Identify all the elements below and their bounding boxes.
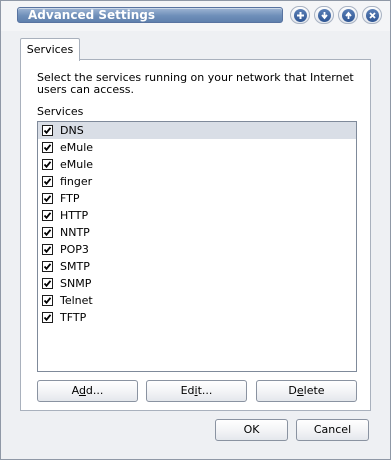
plus-icon (293, 8, 307, 22)
edit-label-after: t... (197, 384, 213, 397)
edit-button[interactable]: Edit... (146, 380, 247, 402)
tab-services-label: Services (26, 43, 74, 56)
service-label: eMule (60, 141, 94, 154)
services-listbox[interactable]: DNS eMule eMule finger FTP HTTP NNTP POP3 SMTP SN… (37, 121, 357, 372)
service-label: FTP (60, 192, 80, 205)
service-checkbox[interactable] (42, 244, 53, 255)
service-checkbox[interactable] (42, 210, 53, 221)
list-item[interactable]: FTP (38, 190, 356, 207)
move-down-button[interactable] (314, 6, 334, 24)
window-title: Advanced Settings (28, 8, 156, 22)
service-checkbox[interactable] (42, 125, 53, 136)
service-label: SNMP (60, 277, 92, 290)
service-label: HTTP (60, 209, 89, 222)
delete-mnemonic: e (296, 384, 304, 397)
list-item[interactable]: TFTP (38, 309, 356, 326)
service-checkbox[interactable] (42, 278, 53, 289)
service-label: POP3 (60, 243, 89, 256)
add-button[interactable]: Add... (37, 380, 138, 402)
move-up-button[interactable] (338, 6, 358, 24)
close-button[interactable] (362, 6, 382, 24)
ok-button[interactable]: OK (215, 419, 288, 441)
services-panel: Select the services running on your netw… (20, 59, 371, 411)
services-list-label: Services (37, 105, 84, 118)
delete-label-after: lete (303, 384, 325, 397)
cancel-button[interactable]: Cancel (296, 419, 369, 441)
list-item[interactable]: DNS (38, 122, 356, 139)
list-item[interactable]: SNMP (38, 275, 356, 292)
service-checkbox[interactable] (42, 193, 53, 204)
list-item[interactable]: NNTP (38, 224, 356, 241)
service-label: eMule (60, 158, 94, 171)
delete-button[interactable]: Delete (256, 380, 357, 402)
service-checkbox[interactable] (42, 261, 53, 272)
service-label: Telnet (60, 294, 93, 307)
add-label-before: A (71, 384, 79, 397)
title-pill[interactable]: Advanced Settings (17, 7, 283, 23)
service-label: NNTP (60, 226, 90, 239)
advanced-settings-dialog: Advanced Settings Services Select the se (0, 0, 391, 460)
arrow-up-icon (341, 8, 355, 22)
list-item[interactable]: eMule (38, 156, 356, 173)
service-label: DNS (60, 124, 84, 137)
list-item[interactable]: Telnet (38, 292, 356, 309)
cancel-label: Cancel (313, 423, 352, 436)
add-label-after: d... (85, 384, 104, 397)
title-bar: Advanced Settings (1, 1, 390, 31)
service-checkbox[interactable] (42, 312, 53, 323)
services-description: Select the services running on your netw… (37, 71, 354, 96)
plus-button[interactable] (290, 6, 310, 24)
list-item[interactable]: eMule (38, 139, 356, 156)
ok-label: OK (243, 423, 260, 436)
service-checkbox[interactable] (42, 176, 53, 187)
service-label: TFTP (60, 311, 87, 324)
service-label: SMTP (60, 260, 90, 273)
close-icon (365, 8, 379, 22)
list-item[interactable]: POP3 (38, 241, 356, 258)
list-item[interactable]: HTTP (38, 207, 356, 224)
tab-services[interactable]: Services (20, 38, 80, 61)
add-mnemonic: d (78, 384, 86, 397)
service-checkbox[interactable] (42, 159, 53, 170)
delete-label-before: D (288, 384, 297, 397)
service-checkbox[interactable] (42, 295, 53, 306)
arrow-down-icon (317, 8, 331, 22)
service-label: finger (60, 175, 93, 188)
list-item[interactable]: SMTP (38, 258, 356, 275)
edit-label-before: Ed (180, 384, 195, 397)
list-item[interactable]: finger (38, 173, 356, 190)
service-checkbox[interactable] (42, 142, 53, 153)
service-checkbox[interactable] (42, 227, 53, 238)
